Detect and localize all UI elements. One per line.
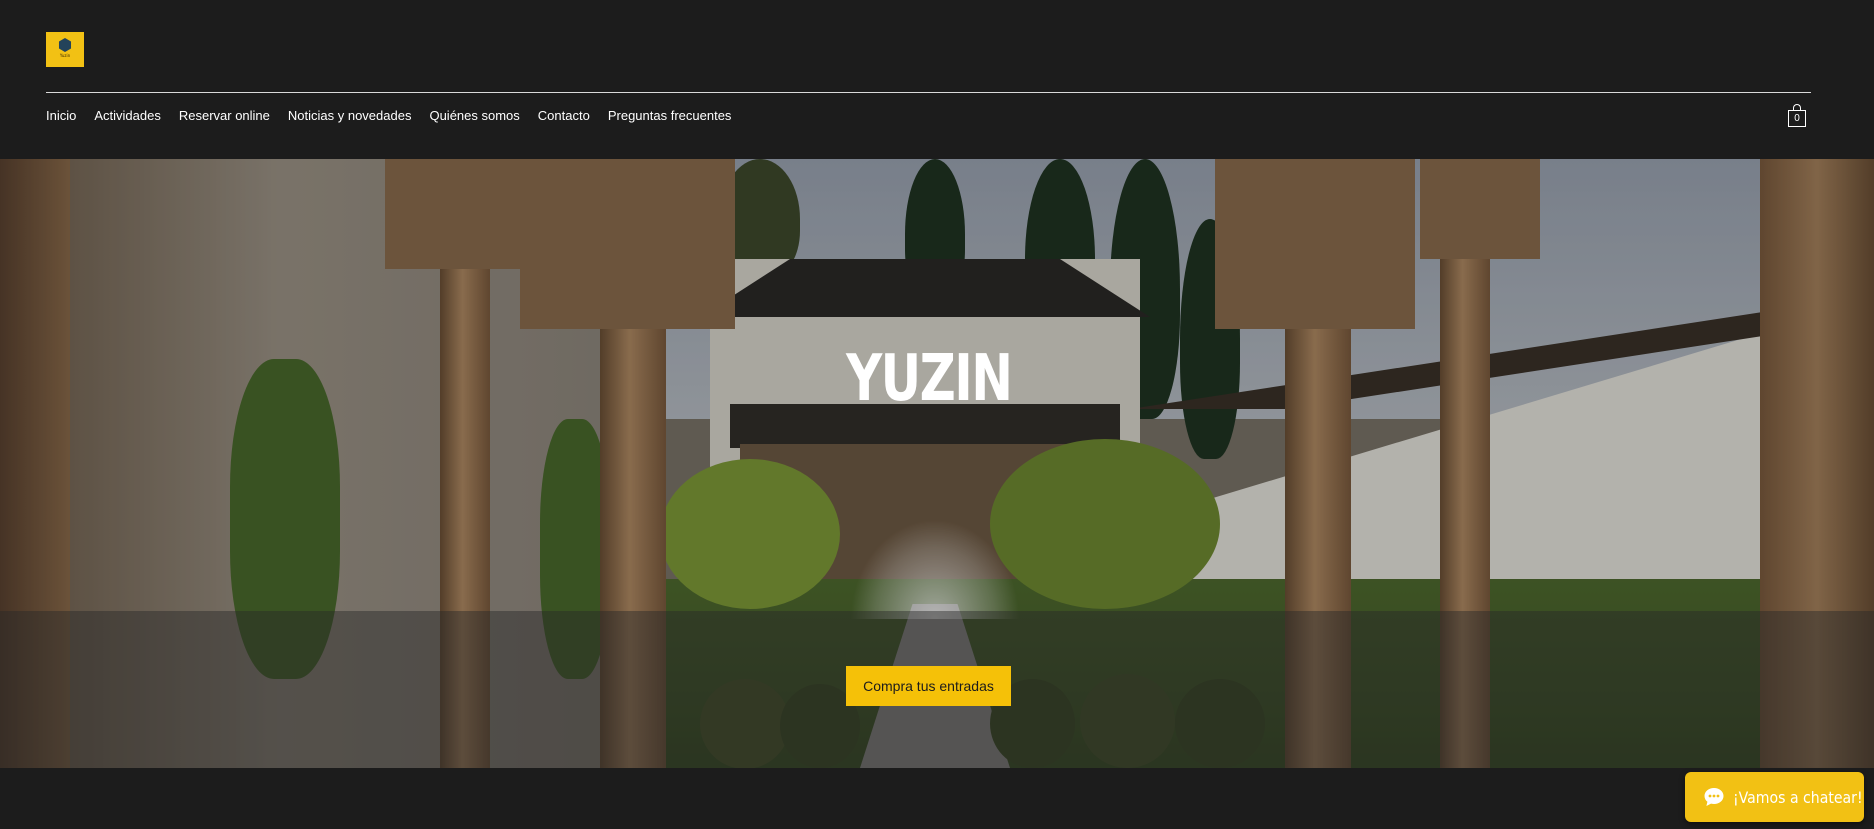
main-nav: Inicio Actividades Reservar online Notic… (46, 106, 731, 126)
buy-tickets-button[interactable]: Compra tus entradas (846, 666, 1011, 706)
hero-title: YUZIN (846, 342, 1013, 416)
cart-button[interactable]: 0 (1788, 104, 1808, 128)
nav-item-noticias[interactable]: Noticias y novedades (288, 106, 412, 126)
footer-strip (0, 768, 1874, 829)
logo-text: Yuzin (59, 53, 71, 58)
nav-item-inicio[interactable]: Inicio (46, 106, 76, 126)
chat-bubble-icon (1703, 786, 1725, 808)
nav-item-contacto[interactable]: Contacto (538, 106, 590, 126)
site-logo[interactable]: Yuzin (46, 32, 84, 67)
chat-widget-button[interactable]: ¡Vamos a chatear! (1685, 772, 1864, 822)
nav-item-quienes-somos[interactable]: Quiénes somos (429, 106, 519, 126)
cart-count: 0 (1788, 110, 1806, 127)
site-header: Yuzin Inicio Actividades Reservar online… (0, 0, 1874, 159)
hero-section: YUZIN Compra tus entradas (0, 159, 1874, 768)
header-divider (46, 92, 1811, 93)
nav-item-preguntas-frecuentes[interactable]: Preguntas frecuentes (608, 106, 732, 126)
nav-item-actividades[interactable]: Actividades (94, 106, 160, 126)
hexagon-logo-icon (58, 38, 72, 52)
chat-label: ¡Vamos a chatear! (1733, 787, 1863, 807)
nav-item-reservar-online[interactable]: Reservar online (179, 106, 270, 126)
